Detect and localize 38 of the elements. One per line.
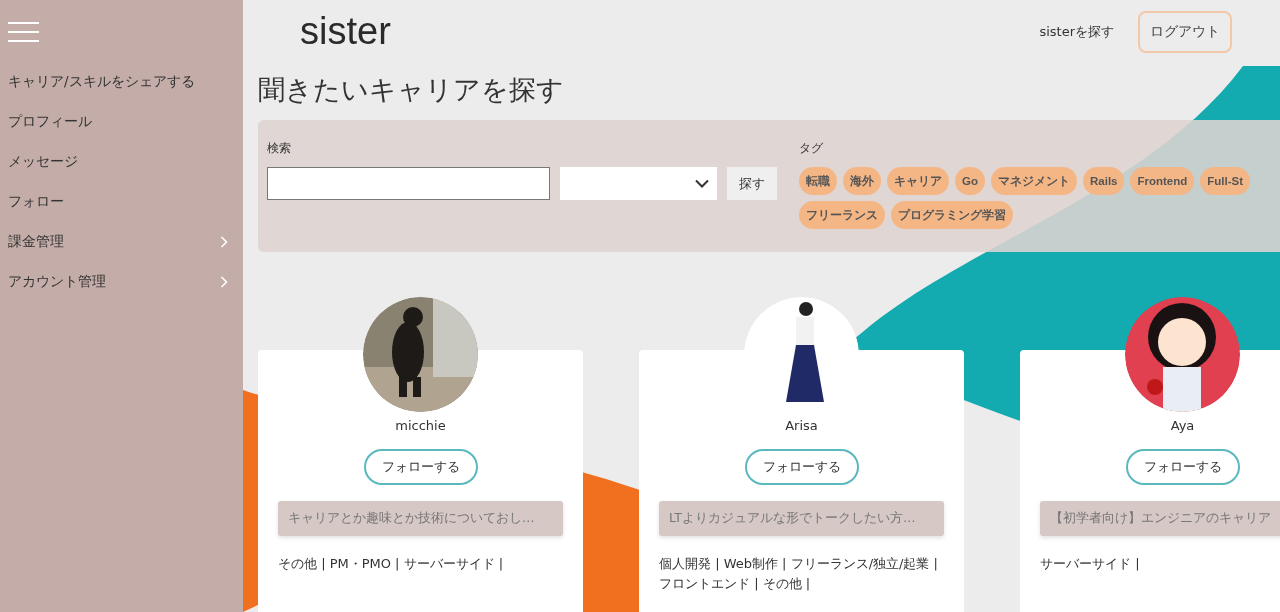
- sidebar-item[interactable]: 課金管理: [0, 222, 243, 262]
- user-name: Aya: [1170, 418, 1195, 433]
- user-name: Arisa: [785, 418, 818, 433]
- sidebar-item[interactable]: メッセージ: [0, 142, 243, 182]
- search-button[interactable]: 探す: [727, 167, 777, 200]
- intro-text: LTよりカジュアルな形でトークしたい方…: [659, 501, 944, 536]
- tag[interactable]: 海外: [843, 167, 881, 195]
- search-field[interactable]: [267, 167, 550, 200]
- tag[interactable]: Go: [955, 167, 985, 195]
- tag[interactable]: 転職: [799, 167, 837, 195]
- tag[interactable]: マネジメント: [991, 167, 1077, 195]
- tag[interactable]: プログラミング学習: [891, 201, 1013, 229]
- search-label: 検索: [267, 140, 292, 157]
- category-list: サーバーサイド |: [1040, 554, 1280, 574]
- intro-text: キャリアとか趣味とか技術についておし…: [278, 501, 563, 536]
- sidebar-item[interactable]: プロフィール: [0, 102, 243, 142]
- logout-button[interactable]: ログアウト: [1138, 11, 1232, 53]
- sidebar-item[interactable]: アカウント管理: [0, 262, 243, 302]
- page-title: 聞きたいキャリアを探す: [258, 73, 565, 107]
- tag[interactable]: Rails: [1083, 167, 1125, 195]
- tags-label: タグ: [799, 140, 824, 157]
- category-list: その他 | PM・PMO | サーバーサイド |: [278, 554, 563, 574]
- nav-link[interactable]: sisterを探す: [1039, 23, 1114, 41]
- menu-icon[interactable]: [8, 22, 39, 42]
- follow-button[interactable]: フォローする: [363, 449, 478, 485]
- chevron-down-icon: [695, 179, 709, 188]
- follow-button[interactable]: フォローする: [1125, 449, 1240, 485]
- user-name: micchie: [395, 418, 446, 433]
- logo[interactable]: sister: [300, 9, 391, 53]
- intro-text: 【初学者向け】エンジニアのキャリア: [1040, 501, 1280, 536]
- tag[interactable]: フリーランス: [799, 201, 885, 229]
- tag[interactable]: Full-St: [1200, 167, 1251, 195]
- tag[interactable]: キャリア: [887, 167, 949, 195]
- follow-button[interactable]: フォローする: [744, 449, 859, 485]
- category-list: 個人開発 | Web制作 | フリーランス/独立/起業 | フロントエンド | その他 |: [659, 554, 944, 594]
- sidebar-item[interactable]: フォロー: [0, 182, 243, 222]
- sidebar-item[interactable]: キャリア/スキルをシェアする: [0, 62, 243, 102]
- tag[interactable]: Frontend: [1130, 167, 1195, 195]
